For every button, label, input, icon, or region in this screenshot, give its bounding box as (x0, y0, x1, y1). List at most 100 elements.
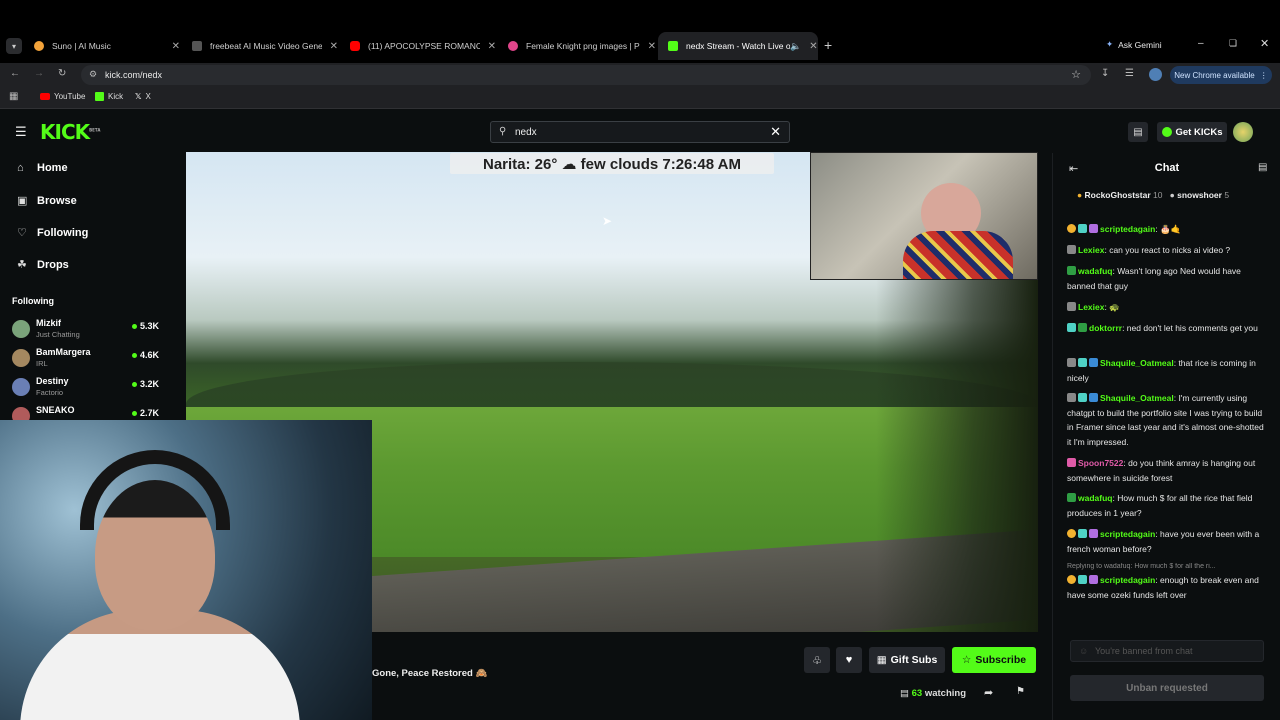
browser-tab-active[interactable]: nedx Stream - Watch Live o 🔈 ✕ (658, 32, 818, 60)
chat-message[interactable]: wadafuq: How much $ for all the rice tha… (1067, 491, 1267, 520)
close-tab-icon[interactable]: ✕ (809, 41, 817, 52)
chat-message[interactable]: scriptedagain: 🎂🤙 (1067, 222, 1267, 237)
browser-tab[interactable]: Suno | AI Music ✕ (24, 35, 180, 57)
watching-count: 63 (911, 688, 923, 699)
chat-username[interactable]: Lexiex (1078, 302, 1104, 312)
chat-title: Chat (1154, 162, 1180, 174)
chat-username[interactable]: Shaquile_Oatmeal (1100, 393, 1174, 403)
viewer-webcam-overlay (0, 420, 372, 720)
address-bar[interactable]: ⚙ kick.com/nedx ☆ (81, 65, 1091, 85)
sidebar-item-drops[interactable]: ☘ Drops (17, 258, 69, 272)
chat-username[interactable]: wadafuq (1078, 266, 1112, 276)
subscribe-button[interactable]: ☆ Subscribe (952, 647, 1036, 673)
chat-input[interactable]: ☺ You're banned from chat (1070, 640, 1264, 662)
chat-message[interactable]: wadafuq: Wasn't long ago Ned would have … (1067, 264, 1267, 293)
site-header: ☰ KICKBETA ⚲ nedx ✕ ▤ Get KICKs (0, 110, 1280, 153)
badge-icon (1067, 224, 1076, 233)
follow-heart-button[interactable]: ♥ (836, 647, 862, 673)
chat-message[interactable]: doktorrr: ned don't let his comments get… (1067, 321, 1267, 336)
bookmark-label: YouTube (54, 92, 86, 101)
unban-requested-button[interactable]: Unban requested (1070, 675, 1264, 701)
chat-message[interactable]: Lexiex: 🐢 (1067, 300, 1267, 315)
sidebar-item-following[interactable]: ♡ Following (17, 226, 88, 240)
user-avatar[interactable] (1233, 122, 1253, 142)
chat-username[interactable]: scriptedagain (1100, 224, 1155, 234)
chat-username[interactable]: Lexiex (1078, 245, 1104, 255)
close-tab-icon[interactable]: ✕ (488, 41, 496, 52)
emote-picker-icon[interactable]: ☺ (1079, 646, 1088, 656)
browser-tab[interactable]: freebeat AI Music Video Gener ✕ (182, 35, 338, 57)
chat-username[interactable]: wadafuq (1078, 493, 1112, 503)
chat-message[interactable]: Shaquile_Oatmeal: I'm currently using ch… (1067, 391, 1267, 449)
gifter-badge-icon: ● (1169, 190, 1175, 200)
audio-playing-icon[interactable]: 🔈 (790, 41, 801, 52)
new-chrome-available-button[interactable]: New Chrome available ⋮ (1170, 66, 1272, 84)
report-icon[interactable]: ⚑ (1016, 686, 1025, 697)
restore-window-icon[interactable]: ❏ (1229, 38, 1237, 49)
followed-channel[interactable]: Destiny Factorio 3.2K (12, 375, 162, 403)
chat-username[interactable]: scriptedagain (1100, 529, 1155, 539)
subscribe-label: Subscribe (975, 654, 1027, 666)
library-icon[interactable]: ▤ (1128, 122, 1148, 142)
hamburger-menu-icon[interactable]: ☰ (15, 124, 27, 140)
back-icon[interactable]: ← (10, 68, 20, 79)
notification-bell-button[interactable]: ♧ (804, 647, 830, 673)
chat-username[interactable]: Shaquile_Oatmeal (1100, 358, 1174, 368)
heart-icon: ♡ (17, 227, 27, 239)
gifter-count: 5 (1224, 190, 1230, 200)
sidebar: ⌂ Home ▣ Browse ♡ Following ☘ Drops Foll… (0, 153, 172, 425)
chat-username[interactable]: doktorrr (1089, 323, 1122, 333)
followed-channel[interactable]: BamMargera IRL 4.6K (12, 346, 162, 374)
new-chrome-label: New Chrome available (1174, 70, 1255, 80)
channel-category: Just Chatting (36, 330, 80, 339)
chat-users-icon[interactable]: ▤ (1258, 162, 1267, 173)
download-icon[interactable]: ↧ (1101, 68, 1109, 79)
bookmark-x[interactable]: 𝕏 X (135, 92, 151, 101)
tab-title: nedx Stream - Watch Live o (686, 41, 790, 51)
browser-tab[interactable]: Female Knight png images | PN ✕ (498, 35, 656, 57)
streamer-webcam-overlay (810, 152, 1038, 280)
ask-gemini-button[interactable]: ✦ Ask Gemini (1106, 39, 1162, 50)
x-logo-icon: 𝕏 (135, 92, 142, 101)
site-info-icon[interactable]: ⚙ (89, 69, 97, 80)
sidebar-item-home[interactable]: ⌂ Home (17, 162, 68, 174)
search-input[interactable]: ⚲ nedx ✕ (490, 121, 790, 143)
close-window-icon[interactable]: ✕ (1260, 37, 1269, 50)
badge-icon (1067, 393, 1076, 402)
chat-message[interactable]: Shaquile_Oatmeal: that rice is coming in… (1067, 356, 1267, 385)
clear-search-icon[interactable]: ✕ (770, 124, 781, 140)
badge-icon (1067, 529, 1076, 538)
gifter-count: 10 (1153, 190, 1163, 200)
close-tab-icon[interactable]: ✕ (648, 41, 656, 52)
new-tab-button[interactable]: + (824, 37, 832, 53)
chat-message[interactable]: scriptedagain: have you ever been with a… (1067, 527, 1267, 556)
reload-icon[interactable]: ↻ (58, 68, 66, 79)
chat-message[interactable]: Lexiex: can you react to nicks ai video … (1067, 243, 1267, 258)
playlist-icon[interactable]: ☰ (1125, 68, 1134, 79)
minimize-window-icon[interactable]: – (1198, 38, 1204, 49)
gifter-name: RockoGhoststar (1084, 190, 1151, 200)
kicks-coin-icon (1161, 127, 1172, 137)
gift-subs-button[interactable]: ▦ Gift Subs (869, 647, 945, 673)
forward-icon[interactable]: → (34, 68, 44, 79)
followed-channel[interactable]: Mizkif Just Chatting 5.3K (12, 317, 162, 345)
sidebar-item-browse[interactable]: ▣ Browse (17, 194, 77, 208)
bookmark-kick[interactable]: Kick (95, 92, 123, 101)
avatar (12, 378, 30, 396)
chat-username[interactable]: Spoon7522 (1078, 458, 1123, 468)
close-tab-icon[interactable]: ✕ (330, 41, 338, 52)
browser-tab[interactable]: (11) APOCOLYPSE ROMANCE - ✕ (340, 35, 496, 57)
kick-logo[interactable]: KICKBETA (40, 120, 100, 144)
close-tab-icon[interactable]: ✕ (172, 41, 180, 52)
get-kicks-button[interactable]: Get KICKs (1157, 122, 1227, 142)
bookmark-youtube[interactable]: YouTube (40, 92, 85, 101)
chat-message[interactable]: scriptedagain: enough to break even and … (1067, 573, 1267, 602)
apps-grid-icon[interactable]: ▦ (9, 91, 18, 102)
chat-username[interactable]: scriptedagain (1100, 575, 1155, 585)
chat-message[interactable]: Spoon7522: do you think amray is hanging… (1067, 456, 1267, 485)
live-dot-icon (131, 382, 137, 388)
profile-avatar[interactable] (1149, 68, 1162, 81)
share-icon[interactable]: ➦ (984, 686, 993, 699)
bookmark-star-icon[interactable]: ☆ (1071, 68, 1081, 81)
home-icon: ⌂ (17, 162, 24, 174)
